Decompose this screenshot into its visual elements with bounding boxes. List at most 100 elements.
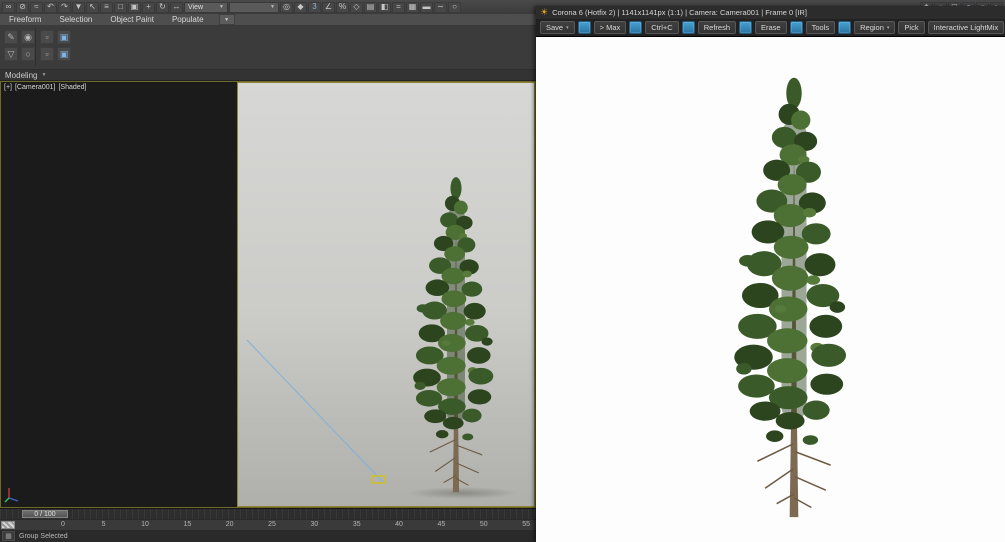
selection-lock-icon[interactable]: ▦ [2,531,15,541]
selection-status-text: Group Selected [19,532,68,540]
unlink-selection-icon[interactable]: ⊘ [16,1,29,13]
select-link-icon[interactable]: ∞ [2,1,15,13]
presets-icon[interactable]: ▫ [40,47,54,61]
percent-snap-icon[interactable]: % [336,1,349,13]
tab-populate[interactable]: Populate [163,14,213,25]
frame-number-label: 0 [61,521,65,528]
select-and-rotate-icon[interactable]: ↻ [156,1,169,13]
edit-poly-mode-icon[interactable]: ▣ [57,30,71,44]
ribbon-divider [35,28,36,66]
refresh-icon[interactable] [681,21,695,34]
tab-selection[interactable]: Selection [50,14,101,25]
time-slider-handle[interactable]: 0 / 100 [22,510,68,518]
y-axis-icon [8,497,19,502]
frame-number-label: 35 [352,521,361,528]
chevron-down-icon: ▾ [566,24,569,31]
pick-button[interactable]: Pick [898,21,925,34]
schematic-view-icon[interactable]: ○ [448,1,461,13]
chevron-down-icon: ▼ [219,4,224,10]
corona-toolbar: Save ▾ > Max Ctrl+C Refresh Erase Tools … [536,19,1005,37]
viewport-overlay [246,339,386,484]
paint-deform-icon[interactable]: ◉ [21,30,35,44]
clipboard-icon[interactable] [629,21,643,34]
time-slider-track[interactable]: 0 / 100 [0,508,536,519]
save-button[interactable]: Save ▾ [540,21,575,34]
edit-named-selection-icon[interactable]: ▤ [364,1,377,13]
shapes-icon[interactable]: ○ [21,47,35,61]
tools-icon[interactable] [789,21,803,34]
camera-safe-frame[interactable] [237,82,535,507]
viewport-menu-shading[interactable]: [Shaded] [58,84,86,91]
angle-snap-icon[interactable]: ∠ [322,1,335,13]
refresh-button[interactable]: Refresh [697,21,736,34]
corona-sun-icon: ☀ [540,7,549,17]
corona-title-bar[interactable]: ☀ Corona 6 (Hotfix 2) | 1141x1141px (1:1… [536,6,1005,19]
tools-button[interactable]: Tools [805,21,836,34]
erase-icon[interactable] [739,21,752,34]
curve-editor-icon[interactable]: ∼ [434,1,447,13]
desktop: ∞⊘≈↶↷▼↖≡□▣+↻↔ View ▼ ▼ ◎◆3∠%◇▤◧=▦▬∼○ ◆☼◻… [0,0,1005,542]
polydraw-icon[interactable]: ✎ [4,30,18,44]
corona-title-text: Corona 6 (Hotfix 2) | 1141x1141px (1:1) … [552,8,807,17]
layer-manager-icon[interactable]: ▦ [406,1,419,13]
track-bar[interactable]: 0 5 10 15 20 25 30 35 40 45 50 55 [0,519,536,530]
undo-icon[interactable]: ↶ [44,1,57,13]
chevron-down-icon: ▼ [270,4,275,10]
window-crossing-icon[interactable]: ▣ [128,1,141,13]
corona-vfb-window: ☀ Corona 6 (Hotfix 2) | 1141x1141px (1:1… [536,6,1005,542]
frame-number-label: 40 [395,521,403,528]
ribbon-toggle-icon[interactable]: ▬ [420,1,433,13]
max-status-bar: ▦ Group Selected [0,530,536,542]
select-and-move-icon[interactable]: + [142,1,155,13]
viewport[interactable]: [+] [Camera001] [Shaded] [0,81,536,508]
copy-button[interactable]: Ctrl+C [645,21,679,34]
frame-number-label: 20 [225,521,234,528]
select-and-manipulate-icon[interactable]: ◆ [294,1,307,13]
chevron-down-icon: ▾ [886,24,890,31]
step-mode-icon[interactable]: ▣ [57,47,71,61]
tab-object-paint[interactable]: Object Paint [101,14,163,25]
reference-coordinate-dropdown[interactable]: View ▼ [184,1,228,13]
modeling-label: Modeling [5,70,38,80]
spline-line[interactable] [246,339,385,484]
lightmix-button[interactable]: Interactive LightMix [927,21,1005,34]
chevron-down-icon: ▼ [41,72,47,78]
frame-number-label: 45 [437,521,446,528]
use-pivot-center-icon[interactable]: ◎ [280,1,293,13]
corona-render-view[interactable] [536,37,1005,542]
ribbon-panel: ✎ ◉ ▽ ○ ▫ ▣ ▫ ▣ [0,26,536,70]
viewport-menu-general[interactable]: [+] [4,84,12,91]
selection-region-icon[interactable]: □ [114,1,127,13]
frame-number-label: 55 [522,521,530,528]
world-axis-tripod [4,488,19,503]
selection-filter-icon[interactable]: ▼ [72,1,85,13]
ribbon-category-bar[interactable]: Modeling ▼ [0,70,536,81]
frame-number-label: 10 [141,521,149,528]
snaps-toggle-icon[interactable]: 3 [308,1,321,13]
mirror-icon[interactable]: ◧ [378,1,391,13]
viewport-menu-pov[interactable]: [Camera001] [15,84,55,91]
z-axis-icon [4,497,10,503]
region-button[interactable]: Region ▾ [854,21,896,34]
redo-icon[interactable]: ↷ [58,1,71,13]
mini-curve-editor-button[interactable] [1,521,15,529]
named-selection-set-dropdown[interactable]: ▼ [229,1,279,13]
tab-freeform[interactable]: Freeform [0,14,50,25]
spinner-snap-icon[interactable]: ◇ [350,1,363,13]
optimize-icon[interactable]: ▽ [4,47,18,61]
bind-to-spacewarp-icon[interactable]: ≈ [30,1,43,13]
region-icon[interactable] [838,21,852,34]
ribbon-collapse-button[interactable]: ▼ [218,14,235,25]
frame-number-label: 25 [268,521,276,528]
erase-button[interactable]: Erase [755,21,787,34]
select-object-icon[interactable]: ↖ [86,1,99,13]
select-by-name-icon[interactable]: ≡ [100,1,113,13]
save-options-icon[interactable] [577,21,591,34]
align-icon[interactable]: = [392,1,405,13]
defaults-icon[interactable]: ▫ [40,30,54,44]
frame-number-label: 5 [101,521,106,528]
frame-number-label: 30 [310,521,319,528]
to-max-button[interactable]: > Max [593,21,627,34]
chevron-down-icon: ▼ [224,16,230,23]
select-and-scale-icon[interactable]: ↔ [170,1,183,13]
